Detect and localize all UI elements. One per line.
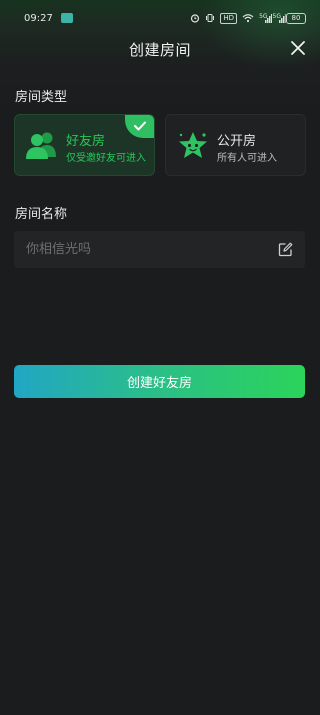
status-right: HD 5G 5G 80 — [190, 12, 306, 24]
status-left: 09:27 — [24, 13, 73, 24]
hd-badge: HD — [220, 12, 238, 24]
page-title: 创建房间 — [128, 41, 191, 59]
app-notification-icon — [60, 13, 73, 23]
room-type-public-card[interactable]: 公开房 所有人可进入 — [165, 114, 306, 176]
signal-label-1: 5G — [259, 12, 268, 20]
signal-icon-2: 5G — [272, 12, 286, 23]
vibrate-icon — [205, 13, 215, 23]
create-room-screen: 09:27 HD 5G 5G 80 创建房间 房间类型 好友房 仅受邀好友可进入… — [0, 0, 320, 715]
edit-icon[interactable] — [278, 242, 293, 257]
selected-check-badge — [125, 115, 154, 138]
public-room-name: 公开房 — [217, 134, 257, 149]
public-star-icon — [179, 132, 207, 158]
friends-room-name: 好友房 — [66, 134, 106, 149]
close-button[interactable] — [286, 36, 310, 60]
room-name-input[interactable] — [14, 231, 274, 268]
friends-room-desc: 仅受邀好友可进入 — [66, 153, 146, 164]
check-icon — [134, 121, 146, 131]
room-type-label: 房间类型 — [15, 90, 68, 105]
friends-icon — [26, 132, 56, 159]
status-bar: 09:27 HD 5G 5G 80 — [0, 0, 320, 36]
room-type-friends-card[interactable]: 好友房 仅受邀好友可进入 — [14, 114, 155, 176]
create-friends-room-button[interactable]: 创建好友房 — [14, 365, 305, 398]
signal-label-2: 5G — [272, 12, 281, 20]
alarm-icon — [190, 13, 200, 23]
signal-icon-1: 5G — [259, 12, 273, 23]
room-name-field — [14, 231, 305, 268]
header: 创建房间 — [0, 36, 320, 62]
wifi-icon — [242, 13, 254, 23]
room-name-label: 房间名称 — [15, 207, 68, 222]
public-room-desc: 所有人可进入 — [217, 153, 277, 164]
status-time: 09:27 — [24, 12, 53, 24]
close-icon — [291, 41, 305, 55]
battery-indicator: 80 — [286, 12, 306, 24]
